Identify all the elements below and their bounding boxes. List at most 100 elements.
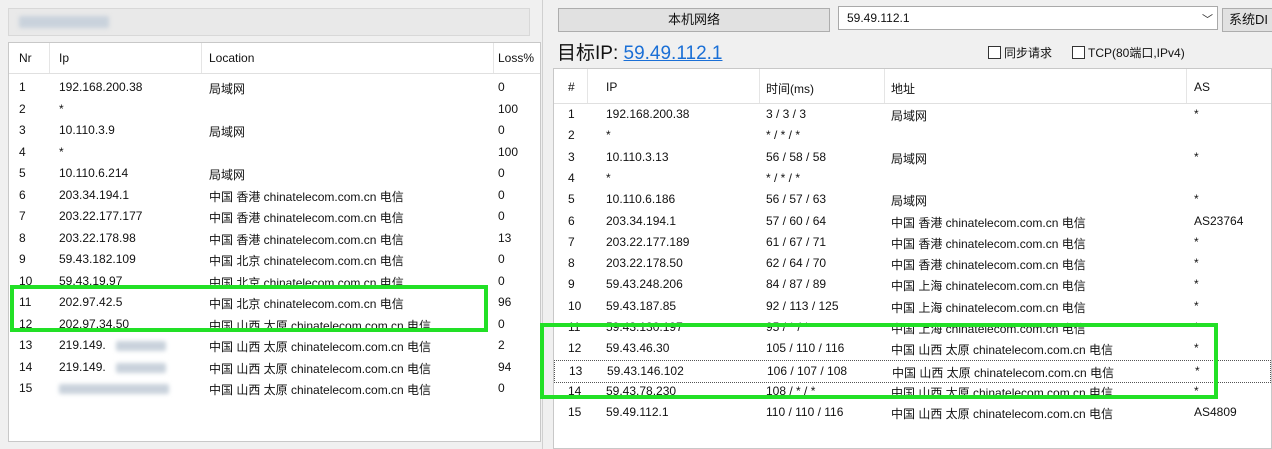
target-ip-combobox-value: 59.49.112.1 [847, 11, 910, 25]
cell-nr: 14 [568, 383, 582, 398]
cell-nr: 5 [19, 166, 26, 180]
table-row[interactable]: 12 59.43.46.30 105 / 110 / 116 中国 山西 太原 chi… [554, 338, 1271, 359]
table-row[interactable]: 2 * * / * / * [554, 125, 1271, 146]
col-header-ip[interactable]: Ip [59, 51, 69, 65]
cell-nr: 13 [569, 363, 583, 378]
table-row[interactable]: 15 中国 山西 太原 chinatelecom.com.cn 电信 0 [9, 378, 540, 399]
table-row[interactable]: 13 219.149. 中国 山西 太原 chinatelecom.com.cn 电… [9, 335, 540, 356]
cell-nr: 3 [19, 123, 26, 137]
target-ip-link[interactable]: 59.49.112.1 [624, 43, 723, 64]
table-row[interactable]: 6 203.34.194.1 57 / 60 / 64 中国 香港 chinatele… [554, 211, 1271, 232]
right-route-table[interactable]: # IP 时间(ms) 地址 AS 1 192.168.200.38 3 / 3 /… [553, 68, 1272, 449]
cell-as: * [1194, 341, 1199, 356]
system-dns-button[interactable]: 系统DI [1222, 8, 1272, 32]
checkbox-box[interactable] [1072, 46, 1085, 59]
table-row[interactable]: 5 10.110.6.214 局域网 0 [9, 163, 540, 184]
cell-nr: 9 [568, 277, 575, 292]
cell-location: 局域网 [209, 82, 246, 96]
table-row[interactable]: 1 192.168.200.38 3 / 3 / 3 局域网 * [554, 104, 1271, 125]
cell-ip: 59.43.19.97 [59, 273, 123, 288]
cell-ip: 202.97.34.50 [59, 316, 130, 331]
table-row[interactable]: 8 203.22.178.98 中国 香港 chinatelecom.com.cn … [9, 228, 540, 249]
table-row[interactable]: 13 59.43.146.102 106 / 107 / 108 中国 山西 太原 c… [554, 359, 1271, 383]
cell-as: * [1194, 107, 1199, 121]
checkbox-box[interactable] [988, 46, 1001, 59]
cell-loss: 100 [498, 144, 519, 159]
cell-loss: 0 [498, 316, 505, 331]
table-row[interactable]: 9 59.43.182.109 中国 北京 chinatelecom.com.cn … [9, 249, 540, 270]
cell-addr: 中国 香港 chinatelecom.com.cn 电信 [891, 258, 1086, 273]
chevron-down-icon[interactable]: ﹀ [1202, 11, 1213, 27]
table-row[interactable]: 2 * 100 [9, 99, 540, 120]
cell-time: 108 / * / * [766, 383, 816, 398]
table-row[interactable]: 14 59.43.78.230 108 / * / * 中国 山西 太原 chinat… [554, 381, 1271, 402]
table-row[interactable]: 6 203.34.194.1 中国 香港 chinatelecom.com.cn 电… [9, 185, 540, 206]
cell-time: 95 / * / * [766, 320, 809, 334]
cell-time: 84 / 87 / 89 [766, 277, 827, 292]
cell-loss: 0 [498, 273, 505, 288]
cell-loss: 94 [498, 359, 512, 374]
table-row[interactable]: 14 219.149. 中国 山西 太原 chinatelecom.com.cn 电… [9, 357, 540, 378]
table-row[interactable]: 5 10.110.6.186 56 / 57 / 63 局域网 * [554, 189, 1271, 210]
left-route-table[interactable]: Nr Ip Location Loss% 1 192.168.200.38 局域网 0… [8, 42, 541, 442]
cell-nr: 12 [568, 341, 582, 356]
cell-time: 110 / 110 / 116 [766, 405, 844, 420]
cell-ip: 192.168.200.38 [606, 107, 690, 121]
cell-nr: 10 [19, 273, 33, 288]
col-header-as[interactable]: AS [1194, 80, 1210, 94]
cell-loss: 0 [498, 166, 505, 180]
cell-ip: * [59, 144, 64, 159]
cell-addr: 中国 山西 太原 chinatelecom.com.cn 电信 [891, 343, 1114, 358]
cell-location: 中国 山西 太原 chinatelecom.com.cn 电信 [209, 318, 432, 333]
table-row[interactable]: 1 192.168.200.38 局域网 0 [9, 77, 540, 98]
table-row[interactable]: 12 202.97.34.50 中国 山西 太原 chinatelecom.com.… [9, 314, 540, 335]
local-network-button[interactable]: 本机网络 [558, 8, 830, 32]
cell-location: 中国 山西 太原 chinatelecom.com.cn 电信 [209, 340, 432, 354]
col-header-nr[interactable]: Nr [19, 51, 32, 65]
col-header-loss[interactable]: Loss% [498, 51, 534, 65]
cell-ip: 203.22.178.50 [606, 256, 683, 271]
table-row[interactable]: 11 59.43.130.197 95 / * / * 中国 上海 chinatele… [554, 317, 1271, 338]
table-row[interactable]: 4 * * / * / * [554, 168, 1271, 189]
cell-time: 56 / 58 / 58 [766, 149, 827, 164]
table-row[interactable]: 10 59.43.187.85 92 / 113 / 125 中国 上海 chinat… [554, 296, 1271, 317]
table-row[interactable]: 8 203.22.178.50 62 / 64 / 70 中国 香港 chinatel… [554, 253, 1271, 274]
table-row[interactable]: 7 203.22.177.177 中国 香港 chinatelecom.com.cn… [9, 206, 540, 227]
cell-nr: 4 [19, 144, 26, 159]
col-header-address[interactable]: 地址 [891, 80, 915, 97]
cell-nr: 15 [568, 405, 582, 420]
table-row[interactable]: 7 203.22.177.189 61 / 67 / 71 中国 香港 chinate… [554, 232, 1271, 253]
table-row[interactable]: 10 59.43.19.97 中国 北京 chinatelecom.com.cn 电… [9, 271, 540, 292]
sync-request-checkbox[interactable]: 同步请求 [988, 44, 1052, 61]
cell-nr: 2 [568, 128, 575, 143]
col-header-time[interactable]: 时间(ms) [766, 80, 814, 97]
left-table-header: Nr Ip Location Loss% [9, 43, 540, 74]
col-header-ip[interactable]: IP [606, 80, 617, 94]
cell-loss: 0 [498, 252, 505, 266]
col-header-number[interactable]: # [568, 80, 575, 94]
col-header-location[interactable]: Location [209, 51, 254, 65]
cell-loss: 13 [498, 230, 512, 245]
cell-ip: 10.110.6.214 [59, 166, 129, 180]
cell-ip: * [606, 170, 611, 185]
cell-nr: 7 [568, 234, 575, 249]
cell-ip: 59.43.78.230 [606, 383, 677, 398]
table-row[interactable]: 15 59.49.112.1 110 / 110 / 116 中国 山西 太原 chi… [554, 402, 1271, 423]
table-row[interactable]: 9 59.43.248.206 84 / 87 / 89 中国 上海 chinatel… [554, 274, 1271, 295]
cell-addr: 中国 山西 太原 chinatelecom.com.cn 电信 [891, 407, 1114, 422]
target-ip-combobox[interactable]: 59.49.112.1 ﹀ [838, 6, 1218, 30]
cell-nr: 14 [19, 359, 33, 374]
cell-nr: 11 [568, 320, 581, 334]
table-row[interactable]: 3 10.110.3.13 56 / 58 / 58 局域网 * [554, 147, 1271, 168]
table-row[interactable]: 3 10.110.3.9 局域网 0 [9, 120, 540, 141]
table-row[interactable]: 4 * 100 [9, 142, 540, 163]
cell-loss: 0 [498, 123, 505, 137]
redacted-ip-part [116, 341, 166, 351]
cell-ip: 219.149. [59, 359, 106, 374]
cell-nr: 15 [19, 381, 33, 395]
table-row[interactable]: 11 202.97.42.5 中国 北京 chinatelecom.com.cn 电… [9, 292, 540, 313]
tcp-checkbox[interactable]: TCP(80端口,IPv4) [1072, 44, 1185, 61]
cell-addr: 中国 上海 chinatelecom.com.cn 电信 [891, 279, 1086, 294]
col-divider [759, 69, 760, 103]
cell-ip: 10.110.3.9 [59, 123, 115, 137]
